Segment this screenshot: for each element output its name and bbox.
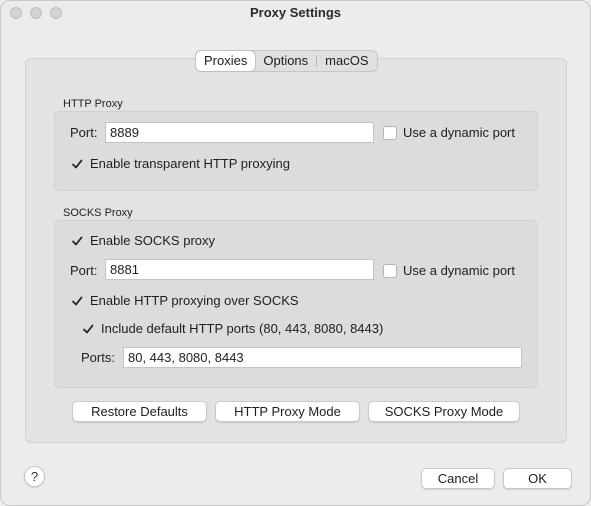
ok-button[interactable]: OK [503,468,572,489]
restore-defaults-button[interactable]: Restore Defaults [72,401,207,422]
http-port-field[interactable] [105,122,374,143]
checkbox-box [383,125,397,140]
http-over-socks-checkbox[interactable]: Enable HTTP proxying over SOCKS [70,293,299,308]
socks-dynamic-port-checkbox[interactable]: Use a dynamic port [383,263,515,278]
http-dynamic-port-label: Use a dynamic port [403,125,515,140]
include-default-ports-label: Include default HTTP ports (80, 443, 808… [101,321,384,336]
help-button[interactable]: ? [24,466,45,487]
enable-socks-checkbox[interactable]: Enable SOCKS proxy [70,233,215,248]
title-bar: Proxy Settings [1,1,590,27]
socks-port-label: Port: [70,263,98,278]
checkmark-icon [70,157,84,171]
checkmark-icon [70,234,84,248]
socks-dynamic-port-label: Use a dynamic port [403,263,515,278]
socks-port-field[interactable] [105,259,374,280]
tab-proxies[interactable]: Proxies [196,51,256,71]
http-dynamic-port-checkbox[interactable]: Use a dynamic port [383,125,515,140]
checkbox-box [383,263,397,278]
checkmark-icon [70,294,84,308]
socks-proxy-section-label: SOCKS Proxy [63,207,133,219]
proxy-settings-window: Proxy Settings Proxies Options macOS HTT… [0,0,591,506]
ports-field[interactable] [123,347,522,368]
http-proxy-section-label: HTTP Proxy [63,98,123,110]
window-title: Proxy Settings [249,5,342,20]
transparent-http-checkbox[interactable]: Enable transparent HTTP proxying [70,156,290,171]
http-over-socks-label: Enable HTTP proxying over SOCKS [90,293,299,308]
http-proxy-mode-button[interactable]: HTTP Proxy Mode [215,401,360,422]
cancel-button[interactable]: Cancel [421,468,495,489]
tab-bar: Proxies Options macOS [195,50,378,72]
transparent-http-label: Enable transparent HTTP proxying [90,156,290,171]
enable-socks-label: Enable SOCKS proxy [90,233,216,248]
socks-proxy-mode-button[interactable]: SOCKS Proxy Mode [368,401,520,422]
tab-options[interactable]: Options [255,51,316,71]
checkmark-icon [81,322,95,336]
ports-label: Ports: [81,350,115,365]
tab-macos[interactable]: macOS [317,51,376,71]
http-port-label: Port: [70,125,98,140]
include-default-ports-checkbox[interactable]: Include default HTTP ports (80, 443, 808… [81,321,383,336]
